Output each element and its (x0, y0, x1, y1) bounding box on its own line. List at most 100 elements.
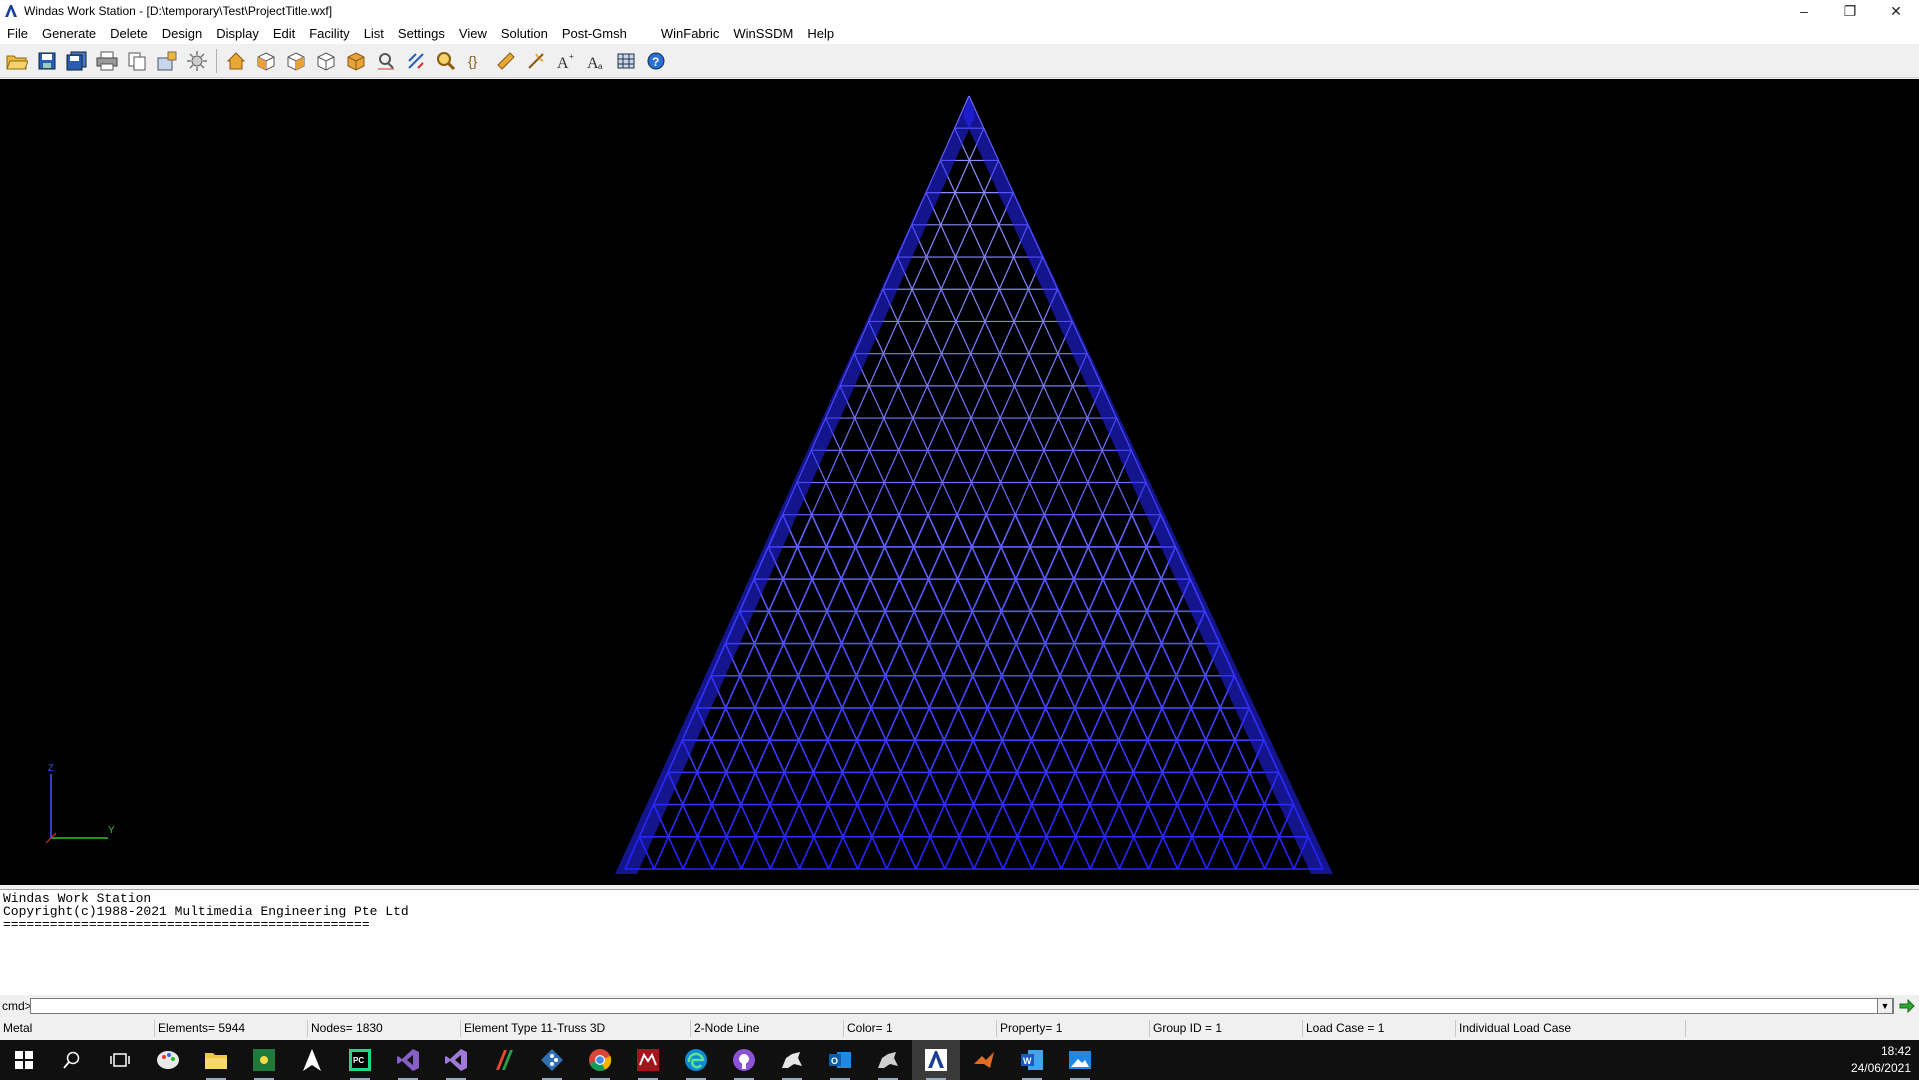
menu-list[interactable]: List (357, 26, 391, 41)
truss-member (827, 772, 844, 805)
truss-member (1147, 804, 1164, 838)
home-view-icon[interactable] (221, 46, 251, 76)
truss-member (984, 321, 1001, 354)
truss-member (971, 546, 988, 580)
zoom-extents-icon[interactable] (401, 46, 431, 76)
pan-icon[interactable] (491, 46, 521, 76)
visual-studio-alt-icon[interactable] (432, 1040, 480, 1080)
truss-member (927, 578, 944, 612)
copy-icon[interactable] (122, 46, 152, 76)
menu-help[interactable]: Help (800, 26, 841, 41)
command-history-dropdown[interactable]: ▼ (1877, 998, 1893, 1014)
menu-settings[interactable]: Settings (391, 26, 452, 41)
edge-icon[interactable] (672, 1040, 720, 1080)
close-button[interactable]: ✕ (1873, 0, 1919, 22)
paint-icon[interactable] (144, 1040, 192, 1080)
truss-member (1027, 289, 1044, 322)
truss-member (929, 804, 946, 838)
start-icon[interactable] (0, 1040, 48, 1080)
truss-member (1234, 772, 1251, 805)
search-icon[interactable] (48, 1040, 96, 1080)
cube-front-icon[interactable] (251, 46, 281, 76)
truss-member (942, 611, 959, 644)
cube-side-icon[interactable] (281, 46, 311, 76)
save-icon[interactable] (32, 46, 62, 76)
chrome-icon[interactable] (576, 1040, 624, 1080)
light-icon[interactable] (182, 46, 212, 76)
menu-file[interactable]: File (0, 26, 35, 41)
truss-member (868, 450, 885, 483)
windows-taskbar: PC O W 18:42 24/06/2021 (0, 1040, 1919, 1080)
truss-member (927, 514, 944, 548)
mendeley-icon[interactable] (624, 1040, 672, 1080)
truss-member (1234, 804, 1251, 838)
outlook-icon[interactable]: O (816, 1040, 864, 1080)
menu-solution[interactable]: Solution (494, 26, 555, 41)
truss-member (1088, 675, 1105, 709)
truss-member (1102, 578, 1119, 612)
rotate-icon[interactable]: {} (461, 46, 491, 76)
menu-post-gmsh[interactable]: Post-Gmsh (555, 26, 634, 41)
rhino-alt-icon[interactable] (864, 1040, 912, 1080)
truss-member (971, 514, 987, 548)
truss-member (1057, 353, 1074, 387)
menu-generate[interactable]: Generate (35, 26, 103, 41)
save-all-icon[interactable] (62, 46, 92, 76)
word-icon[interactable]: W (1008, 1040, 1056, 1080)
rstudio-icon[interactable] (480, 1040, 528, 1080)
truss-member (825, 546, 842, 580)
zoom-window-icon[interactable] (371, 46, 401, 76)
truss-member (1102, 482, 1118, 515)
text-size-icon[interactable]: A + (551, 46, 581, 76)
truss-member (912, 450, 929, 483)
rhino-icon[interactable] (768, 1040, 816, 1080)
restore-button[interactable]: ❐ (1827, 0, 1873, 22)
truss-member (884, 643, 901, 677)
menu-display[interactable]: Display (209, 26, 266, 41)
measure-icon[interactable] (521, 46, 551, 76)
mindmap-icon[interactable] (240, 1040, 288, 1080)
menu-winssdm[interactable]: WinSSDM (726, 26, 800, 41)
pycharm-icon[interactable]: PC (336, 1040, 384, 1080)
command-input[interactable] (30, 998, 1894, 1014)
help-icon[interactable]: ? (641, 46, 671, 76)
menu-design[interactable]: Design (155, 26, 209, 41)
print-icon[interactable] (92, 46, 122, 76)
truss-member (942, 546, 959, 580)
menu-facility[interactable]: Facility (302, 26, 356, 41)
text-style-icon[interactable]: Aa (581, 46, 611, 76)
git-icon[interactable] (528, 1040, 576, 1080)
axis-triad: Z Y (45, 763, 115, 844)
windas-icon[interactable] (912, 1040, 960, 1080)
truss-member (899, 675, 916, 709)
truss-member (927, 450, 943, 483)
photos-icon[interactable] (1056, 1040, 1104, 1080)
truss-member (798, 772, 815, 805)
minimize-button[interactable]: – (1781, 0, 1827, 22)
sketch-icon[interactable] (288, 1040, 336, 1080)
model-viewport[interactable]: Z Y (0, 79, 1919, 885)
grid-icon[interactable] (611, 46, 641, 76)
menu-winfabric[interactable]: WinFabric (654, 26, 727, 41)
file-explorer-icon[interactable] (192, 1040, 240, 1080)
cube-top-icon[interactable] (311, 46, 341, 76)
export-icon[interactable] (152, 46, 182, 76)
truss-member (1057, 417, 1074, 451)
truss-member (911, 353, 928, 387)
truss-member (969, 224, 986, 258)
truss-member (1131, 578, 1148, 612)
matlab-icon[interactable] (960, 1040, 1008, 1080)
cube-iso-icon[interactable] (341, 46, 371, 76)
task-view-icon[interactable] (96, 1040, 144, 1080)
github-icon[interactable] (720, 1040, 768, 1080)
menu-edit[interactable]: Edit (266, 26, 302, 41)
open-folder-icon[interactable] (2, 46, 32, 76)
menu-delete[interactable]: Delete (103, 26, 155, 41)
visual-studio-icon[interactable] (384, 1040, 432, 1080)
menu-view[interactable]: View (452, 26, 494, 41)
system-clock[interactable]: 18:42 24/06/2021 (1851, 1043, 1911, 1077)
zoom-icon[interactable] (431, 46, 461, 76)
run-command-button[interactable] (1897, 997, 1917, 1015)
truss-member (1013, 289, 1029, 322)
truss-member (1074, 836, 1092, 870)
